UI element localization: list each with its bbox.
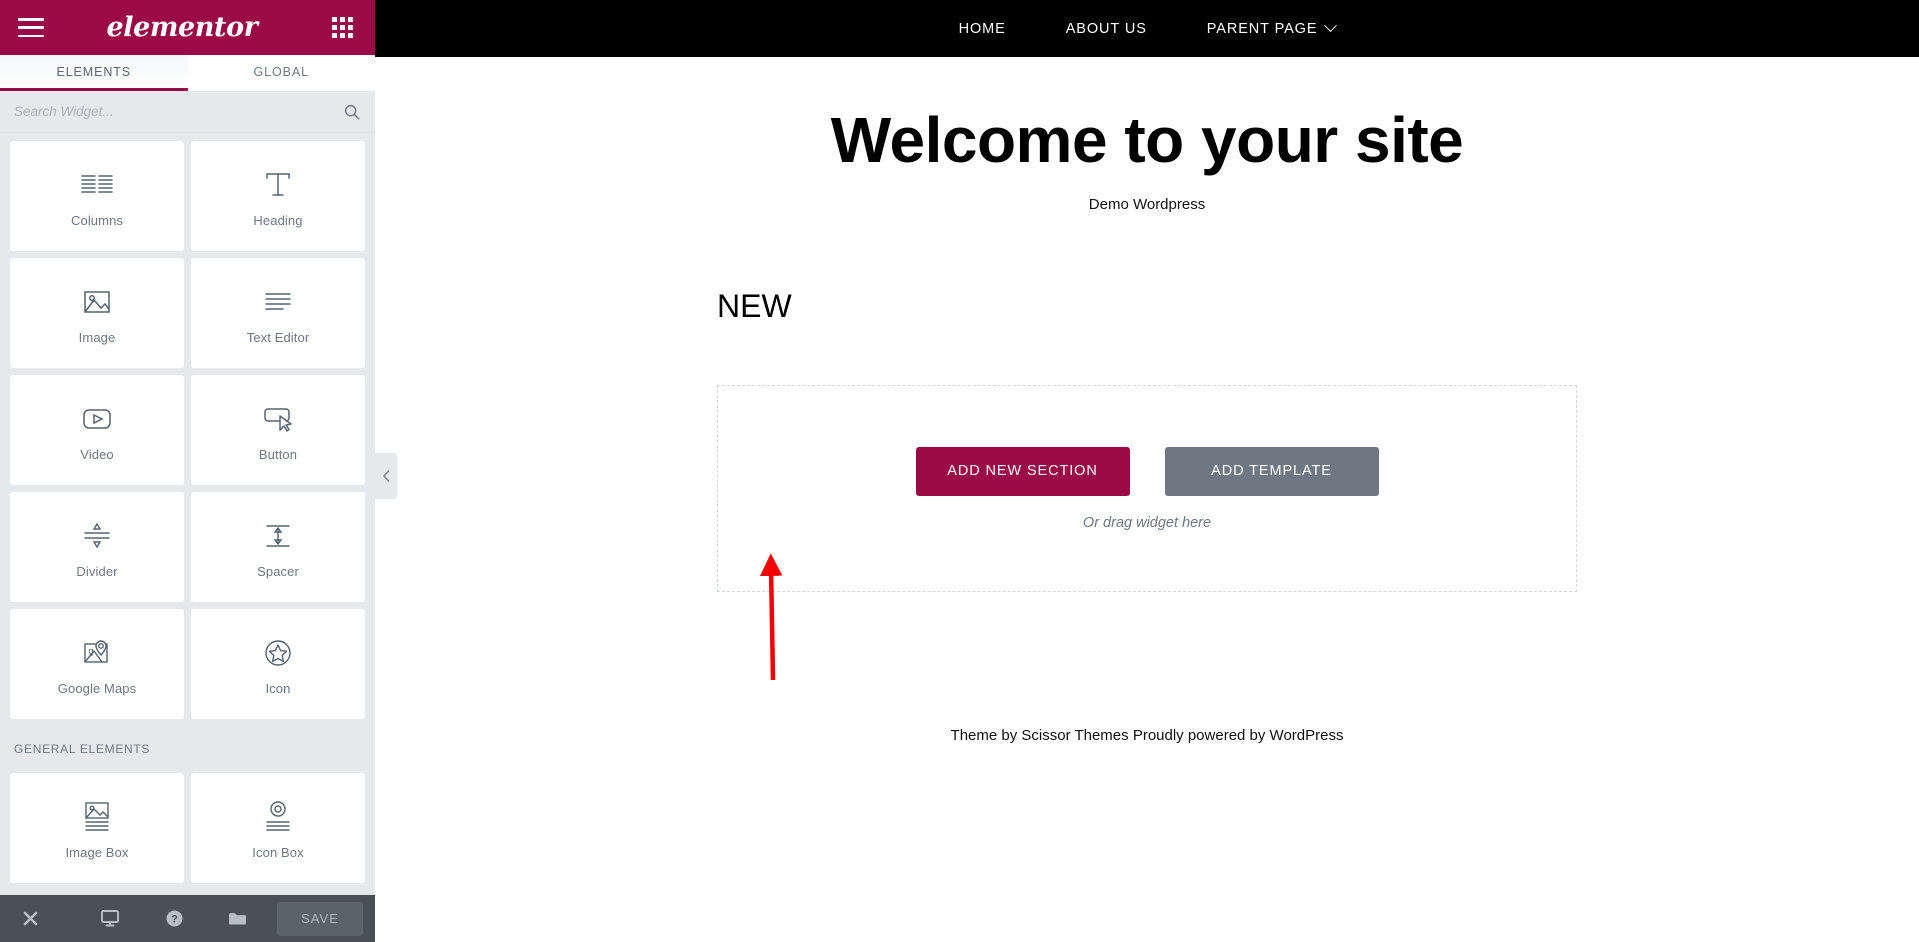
star-circle-icon <box>262 633 294 673</box>
apps-grid-icon[interactable] <box>332 17 353 38</box>
widget-label: Divider <box>76 564 117 579</box>
widget-label: Image Box <box>65 845 128 860</box>
add-section-buttons: ADD NEW SECTION ADD TEMPLATE <box>916 447 1379 496</box>
widget-label: Icon <box>266 681 291 696</box>
widget-icon-box[interactable]: Icon Box <box>191 773 365 883</box>
add-section-dropzone[interactable]: ADD NEW SECTION ADD TEMPLATE Or drag wid… <box>717 385 1577 592</box>
widget-label: Heading <box>253 213 302 228</box>
widget-spacer[interactable]: Spacer <box>191 492 365 602</box>
widget-button[interactable]: Button <box>191 375 365 485</box>
widget-divider[interactable]: Divider <box>10 492 184 602</box>
search-icon <box>343 103 361 121</box>
panel-collapse-handle[interactable] <box>375 453 397 499</box>
text-lines-icon <box>262 282 294 322</box>
search-input[interactable] <box>14 104 343 119</box>
panel-tabs: ELEMENTS GLOBAL <box>0 55 375 91</box>
widget-label: Columns <box>71 213 123 228</box>
tab-elements[interactable]: ELEMENTS <box>0 55 188 91</box>
nav-label: ABOUT US <box>1066 21 1147 37</box>
google-maps-icon: g <box>80 633 114 673</box>
widget-image[interactable]: Image <box>10 258 184 368</box>
widget-list-scroll[interactable]: Columns Heading <box>0 133 375 895</box>
widget-text-editor[interactable]: Text Editor <box>191 258 365 368</box>
nav-item-home[interactable]: HOME <box>929 21 1036 37</box>
desktop-monitor-icon[interactable] <box>78 895 142 942</box>
nav-item-about-us[interactable]: ABOUT US <box>1036 21 1177 37</box>
widget-video[interactable]: Video <box>10 375 184 485</box>
columns-icon <box>80 165 114 205</box>
add-new-section-button[interactable]: ADD NEW SECTION <box>916 447 1130 496</box>
widget-label: Spacer <box>257 564 299 579</box>
widget-search-bar <box>0 91 375 133</box>
hamburger-icon[interactable] <box>18 18 44 37</box>
svg-text:?: ? <box>171 914 178 926</box>
widget-label: Google Maps <box>58 681 136 696</box>
elementor-logo: elementor <box>106 12 257 43</box>
site-navigation: HOME ABOUT US PARENT PAGE <box>375 0 1919 57</box>
chevron-left-icon <box>381 469 392 483</box>
drag-widget-hint: Or drag widget here <box>1083 515 1211 531</box>
widget-grid: Columns Heading <box>10 141 365 883</box>
widget-google-maps[interactable]: g Google Maps <box>10 609 184 719</box>
widget-label: Image <box>79 330 116 345</box>
add-template-button[interactable]: ADD TEMPLATE <box>1165 447 1379 496</box>
site-tagline: Demo Wordpress <box>375 196 1919 213</box>
image-icon <box>81 282 113 322</box>
site-hero: Welcome to your site Demo Wordpress <box>375 57 1919 213</box>
content-wrapper: NEW ADD NEW SECTION ADD TEMPLATE Or drag… <box>717 213 1577 744</box>
tab-global[interactable]: GLOBAL <box>188 55 376 91</box>
widget-icon[interactable]: Icon <box>191 609 365 719</box>
question-circle-icon[interactable]: ? <box>142 895 206 942</box>
divider-icon <box>80 516 114 556</box>
save-button[interactable]: SAVE <box>277 902 363 936</box>
panel-header: elementor <box>0 0 375 55</box>
nav-item-parent-page[interactable]: PARENT PAGE <box>1177 21 1366 37</box>
chevron-down-icon <box>1325 19 1338 32</box>
button-cursor-icon <box>261 399 295 439</box>
widget-label: Video <box>80 447 114 462</box>
svg-text:g: g <box>89 646 94 656</box>
widget-label: Button <box>259 447 297 462</box>
close-x-icon[interactable] <box>22 895 78 942</box>
video-play-icon <box>80 399 114 439</box>
heading-t-icon <box>262 165 294 205</box>
site-preview-canvas[interactable]: HOME ABOUT US PARENT PAGE Welcome to you… <box>375 0 1919 942</box>
nav-label: HOME <box>959 21 1006 37</box>
widget-image-box[interactable]: Image Box <box>10 773 184 883</box>
spacer-arrows-icon <box>261 516 295 556</box>
elementor-widget-panel: elementor ELEMENTS GLOBAL <box>0 0 375 942</box>
site-footer-credit: Theme by Scissor Themes Proudly powered … <box>717 727 1577 744</box>
widget-label: Icon Box <box>252 845 303 860</box>
page-title: NEW <box>717 288 1577 325</box>
nav-label: PARENT PAGE <box>1207 21 1318 37</box>
panel-footer-toolbar: ? SAVE <box>0 895 375 942</box>
widget-heading[interactable]: Heading <box>191 141 365 251</box>
site-title: Welcome to your site <box>375 107 1919 174</box>
image-box-icon <box>81 797 113 837</box>
elementor-editor: elementor ELEMENTS GLOBAL <box>0 0 1919 942</box>
icon-box-icon <box>262 797 294 837</box>
widget-label: Text Editor <box>247 330 310 345</box>
widget-columns[interactable]: Columns <box>10 141 184 251</box>
folder-icon[interactable] <box>206 895 270 942</box>
section-title-general-elements: GENERAL ELEMENTS <box>10 726 365 766</box>
